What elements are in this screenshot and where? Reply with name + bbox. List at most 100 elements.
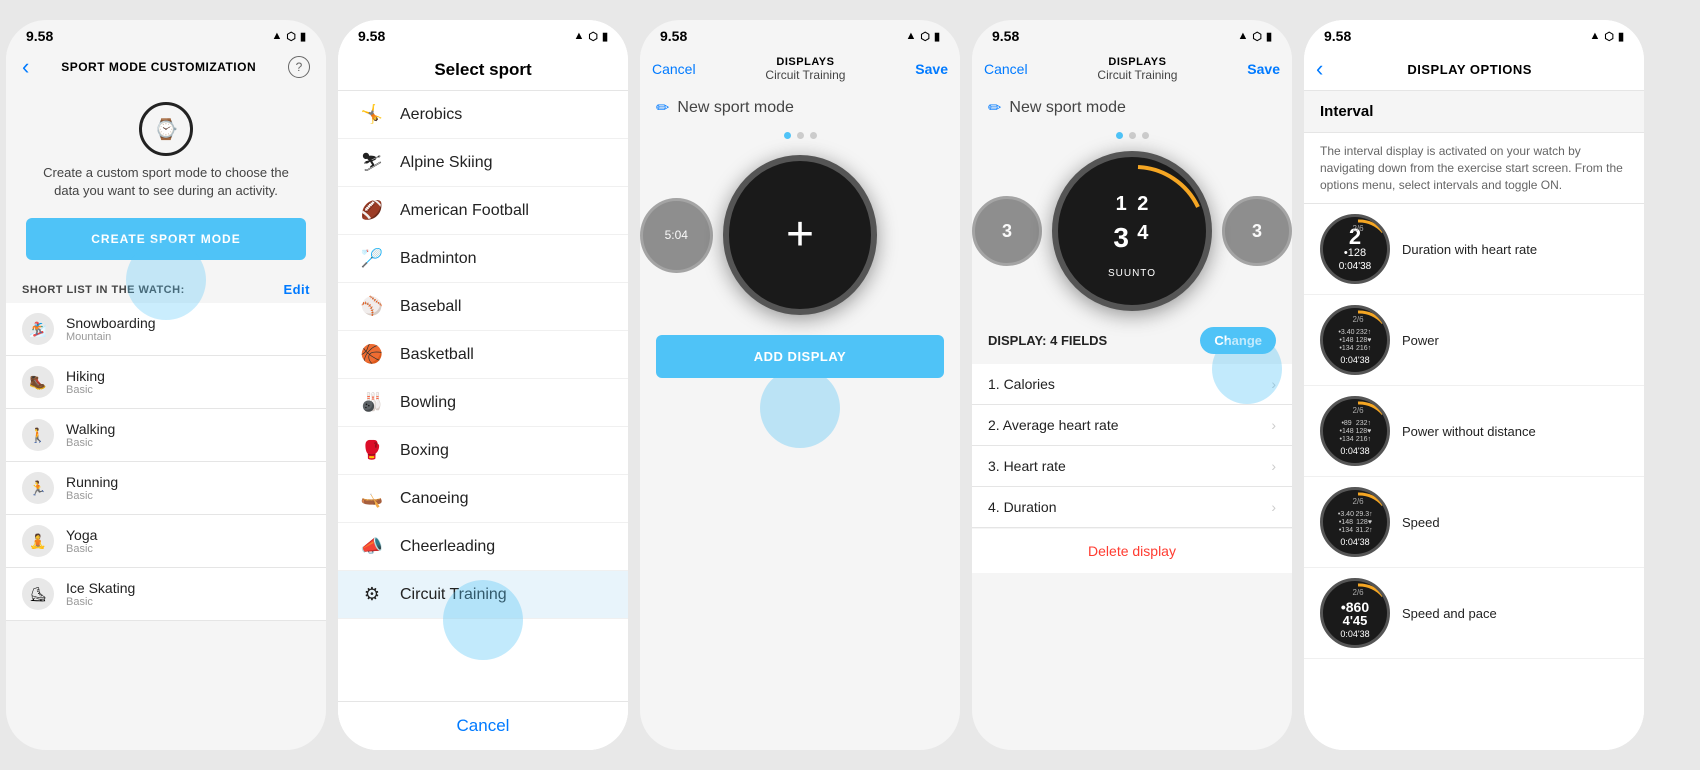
- sport-select-item[interactable]: ⚙ Circuit Training: [338, 571, 628, 619]
- battery-icon: ▮: [300, 30, 306, 43]
- svg-text:2/6: 2/6: [1352, 315, 1364, 324]
- sport-sub: Mountain: [66, 331, 156, 343]
- display-option-item[interactable]: 2/6 2 •128 0:04'38 Duration with heart r…: [1304, 204, 1644, 295]
- change-button[interactable]: Change: [1200, 327, 1276, 354]
- watch-icon-section: ⌚: [6, 86, 326, 164]
- watch-carousel-4: 3 1 2 3 4 SUUNTO 3: [972, 145, 1292, 317]
- sport-select-item[interactable]: 🛶 Canoeing: [338, 475, 628, 523]
- field-item[interactable]: 2. Average heart rate ›: [972, 405, 1292, 446]
- sport-select-item[interactable]: 🥊 Boxing: [338, 427, 628, 475]
- sport-select-item[interactable]: 🏈 American Football: [338, 187, 628, 235]
- sport-name: Ice Skating: [66, 580, 135, 596]
- cancel-bar: Cancel: [338, 701, 628, 750]
- time-3: 9.58: [660, 28, 687, 44]
- sport-select-item[interactable]: 🤸 Aerobics: [338, 91, 628, 139]
- sport-name: Yoga: [66, 527, 97, 543]
- back-arrow-1[interactable]: ‹: [22, 54, 29, 80]
- sport-info: Walking Basic: [66, 421, 115, 449]
- sport-name: Running: [66, 474, 118, 490]
- field-item[interactable]: 3. Heart rate ›: [972, 446, 1292, 487]
- option-label: Speed: [1402, 515, 1440, 530]
- sport-name: Snowboarding: [66, 315, 156, 331]
- cancel-nav-3[interactable]: Cancel: [652, 61, 696, 77]
- sport-select-icon: ⚙: [358, 584, 386, 605]
- display-option-item[interactable]: 2/6 •3.40 29.3↑ •148 128♥ •134 31.2↑ 0:0…: [1304, 477, 1644, 568]
- sport-icon: 🚶: [22, 419, 54, 451]
- watch-main-4: 1 2 3 4 SUUNTO: [1052, 151, 1212, 311]
- sport-select-icon: 🎳: [358, 392, 386, 413]
- display-option-item[interactable]: 2/6 •89 232↑ •148 128♥ •134 216↑ 0:04'38…: [1304, 386, 1644, 477]
- sport-select-name: Basketball: [400, 346, 474, 364]
- dot-active-4: [1116, 132, 1123, 139]
- phone-screen4: 9.58 ▲ ⬡ ▮ Cancel DISPLAYS Circuit Train…: [972, 20, 1292, 750]
- sport-sub: Basic: [66, 596, 135, 608]
- field-chevron: ›: [1271, 376, 1276, 392]
- save-btn-4[interactable]: Save: [1247, 61, 1280, 77]
- nav-center-3: DISPLAYS Circuit Training: [765, 56, 845, 82]
- sport-select-item[interactable]: 🏸 Badminton: [338, 235, 628, 283]
- cancel-nav-4[interactable]: Cancel: [984, 61, 1028, 77]
- time-4: 9.58: [992, 28, 1019, 44]
- sport-select-item[interactable]: ⛷ Alpine Skiing: [338, 139, 628, 187]
- display-options-title: DISPLAY OPTIONS: [1329, 62, 1610, 77]
- help-button-1[interactable]: ?: [288, 56, 310, 78]
- plus-icon: +: [786, 211, 814, 259]
- option-watch: 2/6 •3.40 232↑ •148 128♥ •134 216↑ 0:04'…: [1320, 305, 1390, 375]
- cancel-button[interactable]: Cancel: [352, 716, 614, 736]
- option-label: Duration with heart rate: [1402, 242, 1537, 257]
- sport-select-icon: 🏸: [358, 248, 386, 269]
- time-1: 9.58: [26, 28, 53, 44]
- display-option-item[interactable]: 2/6 •860 4'45 0:04'38 Speed and pace: [1304, 568, 1644, 659]
- option-label: Speed and pace: [1402, 606, 1497, 621]
- sport-icon: 🏂: [22, 313, 54, 345]
- sport-info: Snowboarding Mountain: [66, 315, 156, 343]
- sport-select-name: Boxing: [400, 442, 449, 460]
- sport-select-name: Alpine Skiing: [400, 154, 493, 172]
- sport-select-name: Aerobics: [400, 106, 462, 124]
- sport-sub: Basic: [66, 490, 118, 502]
- page-title-1: SPORT MODE CUSTOMIZATION: [61, 60, 256, 74]
- time-5: 9.58: [1324, 28, 1351, 44]
- sport-select-item[interactable]: ⚾ Baseball: [338, 283, 628, 331]
- sport-select-icon: 🤸: [358, 104, 386, 125]
- sport-select-name: Circuit Training: [400, 586, 507, 604]
- status-icons-2: ▲ ⬡ ▮: [573, 30, 608, 43]
- watch-next-4: 3: [1222, 196, 1292, 266]
- sport-list-item: 🏂 Snowboarding Mountain: [6, 303, 326, 356]
- sport-select-item[interactable]: 📣 Cheerleading: [338, 523, 628, 571]
- option-watch: 2/6 •89 232↑ •148 128♥ •134 216↑ 0:04'38: [1320, 396, 1390, 466]
- sport-select-item[interactable]: 🎳 Bowling: [338, 379, 628, 427]
- edit-link[interactable]: Edit: [283, 282, 310, 297]
- description-text: Create a custom sport mode to choose the…: [6, 164, 326, 208]
- display-option-item[interactable]: 2/6 •3.40 232↑ •148 128♥ •134 216↑ 0:04'…: [1304, 295, 1644, 386]
- sport-select-list: 🤸 Aerobics ⛷ Alpine Skiing 🏈 American Fo…: [338, 91, 628, 750]
- carousel-dots-3: [640, 126, 960, 145]
- battery-icon-2: ▮: [602, 30, 608, 43]
- sport-select-name: Cheerleading: [400, 538, 495, 556]
- create-sport-mode-button[interactable]: CREATE SPORT MODE: [26, 218, 306, 260]
- sport-icon: 🥾: [22, 366, 54, 398]
- sport-select-item[interactable]: 🏀 Basketball: [338, 331, 628, 379]
- watch-arc: 2/6: [1323, 308, 1390, 375]
- sport-list-item: 🧘 Yoga Basic: [6, 515, 326, 568]
- sport-mode-name-4: ✏ New sport mode: [972, 90, 1292, 126]
- back-icon-5[interactable]: ‹: [1316, 56, 1323, 82]
- sport-name: Walking: [66, 421, 115, 437]
- shortlist-header: SHORT LIST IN THE WATCH: Edit: [6, 270, 326, 303]
- dot-active-3: [784, 132, 791, 139]
- field-item[interactable]: 1. Calories ›: [972, 364, 1292, 405]
- display-options-list: 2/6 2 •128 0:04'38 Duration with heart r…: [1304, 204, 1644, 659]
- watch-arc: 2/6: [1323, 217, 1390, 284]
- dot-2-4: [1129, 132, 1136, 139]
- nav-sub-3: Circuit Training: [765, 68, 845, 82]
- carousel-dots-4: [972, 126, 1292, 145]
- field-item[interactable]: 4. Duration ›: [972, 487, 1292, 528]
- sport-select-icon: ⚾: [358, 296, 386, 317]
- battery-icon-5: ▮: [1618, 30, 1624, 43]
- watch-main-3: +: [723, 155, 878, 315]
- sport-list: 🏂 Snowboarding Mountain 🥾 Hiking Basic 🚶…: [6, 303, 326, 621]
- delete-display[interactable]: Delete display: [972, 529, 1292, 573]
- sport-info: Running Basic: [66, 474, 118, 502]
- save-btn-3[interactable]: Save: [915, 61, 948, 77]
- status-bar-2: 9.58 ▲ ⬡ ▮: [338, 20, 628, 48]
